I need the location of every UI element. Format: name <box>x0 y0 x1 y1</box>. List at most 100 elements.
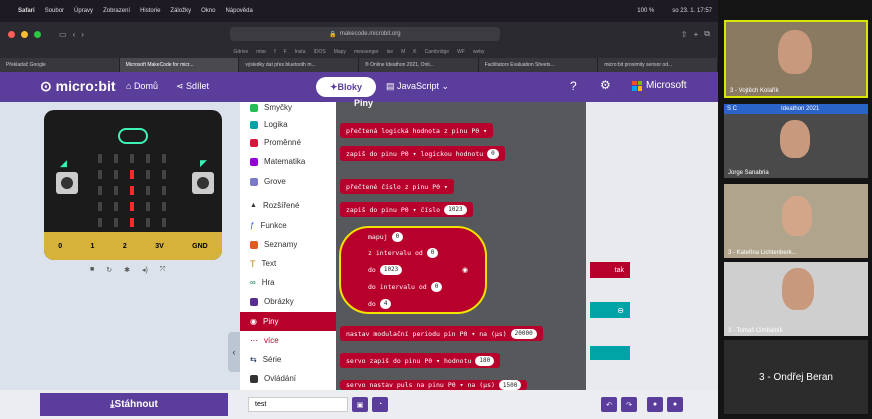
cat-game[interactable]: ∞ Hra <box>240 273 336 292</box>
pin-dropdown[interactable]: P0 ▾ <box>401 206 417 214</box>
stop-icon[interactable]: ■ <box>90 266 94 274</box>
bookmark-item[interactable]: M <box>401 49 405 55</box>
value-input[interactable]: 0 <box>487 148 499 159</box>
value-input[interactable]: 1500 <box>498 380 522 390</box>
undo-icon[interactable]: ↶ <box>601 397 617 412</box>
cat-advanced[interactable]: ▲ Rozšířené <box>240 196 336 215</box>
menu-app[interactable]: Safari <box>18 8 35 14</box>
minus-icon[interactable]: ⊖ <box>590 302 630 318</box>
cat-arrays[interactable]: Seznamy <box>240 235 336 254</box>
pin-dropdown[interactable]: P0 ▾ <box>460 330 476 338</box>
cat-serial[interactable]: ⇆ Série <box>240 350 336 369</box>
project-name-input[interactable]: test <box>248 397 348 412</box>
cat-images[interactable]: Obrázky <box>240 292 336 311</box>
minimize-window-icon[interactable] <box>21 30 28 38</box>
home-button[interactable]: ⌂ Domů <box>126 81 158 91</box>
pin-dropdown[interactable]: P0 ▾ <box>424 357 440 365</box>
share-browser-icon[interactable]: ⇧ <box>681 30 688 39</box>
cat-more[interactable]: ⋯ více <box>240 331 336 350</box>
download-button[interactable]: ⤓ Stáhnout <box>40 393 228 416</box>
bookmark-item[interactable]: K <box>413 49 416 55</box>
menu-file[interactable]: Soubor <box>45 8 64 14</box>
video-tile[interactable]: 3 - Tomáš Cimbálník <box>724 262 868 336</box>
bookmark-item[interactable]: WF <box>457 49 465 55</box>
pin-1[interactable]: 1 <box>91 243 95 250</box>
bookmark-item[interactable]: messenger <box>354 49 379 55</box>
slowmo-icon[interactable]: ✱ <box>124 266 130 274</box>
collapse-simulator-icon[interactable]: ‹ <box>228 332 240 372</box>
github-icon[interactable]: ◔ <box>372 397 388 412</box>
close-window-icon[interactable] <box>8 30 15 38</box>
mute-icon[interactable]: ◂) <box>142 266 148 274</box>
block-servo-write[interactable]: servo zapiš do pinu P0 ▾ hodnotu 180 <box>340 353 501 368</box>
pin-gnd[interactable]: GND <box>192 243 208 250</box>
zoom-in-icon[interactable]: ● <box>667 397 683 412</box>
blocks-tab[interactable]: ✦ Bloky <box>316 77 376 97</box>
pin-dropdown[interactable]: P0 ▾ <box>471 127 487 135</box>
save-icon[interactable]: ▣ <box>352 397 368 412</box>
video-tile-speaker[interactable]: 3 - Vojtěch Kolařík <box>724 20 868 98</box>
cat-math[interactable]: Matematika <box>240 152 336 171</box>
menu-window[interactable]: Okno <box>201 8 215 14</box>
menu-edit[interactable]: Úpravy <box>74 8 93 14</box>
value-input[interactable]: 20000 <box>510 328 537 339</box>
button-a[interactable] <box>56 172 78 194</box>
bookmark-item[interactable]: ise <box>387 49 393 55</box>
pin-3v[interactable]: 3V <box>155 243 164 250</box>
bookmark-item[interactable]: IDOS <box>313 49 325 55</box>
bookmark-item[interactable]: Insta <box>295 49 306 55</box>
bookmark-item[interactable]: mtar <box>256 49 266 55</box>
menu-history[interactable]: Historie <box>140 8 160 14</box>
restart-icon[interactable]: ↻ <box>106 266 112 274</box>
browser-tab[interactable]: výsledky dat přes bluetooth m... <box>239 58 360 72</box>
cat-functions[interactable]: ƒ Funkce <box>240 216 336 235</box>
value-input[interactable]: 1023 <box>444 204 467 215</box>
bookmark-item[interactable]: f <box>274 49 275 55</box>
browser-tab[interactable]: Facilitators Evaluation Sheets... <box>478 58 599 72</box>
gear-icon[interactable]: ⚙ <box>600 78 611 92</box>
menu-help[interactable]: Nápověda <box>225 8 252 14</box>
block-analog-period[interactable]: nastav modulační periodu pin P0 ▾ na (µs… <box>340 326 543 341</box>
pin-dropdown[interactable]: P0 ▾ <box>448 381 464 389</box>
forward-icon[interactable]: › <box>81 30 84 39</box>
workspace-block[interactable]: tak <box>590 262 630 278</box>
value-input[interactable]: 0 <box>430 281 443 292</box>
video-tile[interactable]: S C Ideathon 2021 Jorge Sanabria <box>724 104 868 178</box>
browser-tab[interactable]: ® Online Ideathon 2021, Onli... <box>359 58 479 72</box>
block-analog-write[interactable]: zapiš do pinu P0 ▾ číslo 1023 <box>340 202 473 217</box>
value-input[interactable]: 4 <box>379 298 392 309</box>
pin-2[interactable]: 2 <box>123 243 127 250</box>
address-bar[interactable]: 🔒 makecode.microbit.org <box>230 27 500 41</box>
sidebar-icon[interactable]: ▭ <box>59 30 67 39</box>
pin-dropdown[interactable]: P0 ▾ <box>401 150 417 158</box>
help-icon[interactable]: ? <box>570 79 577 93</box>
microbit-logo[interactable]: ⊙ micro:bit <box>40 78 116 95</box>
pin-dropdown[interactable]: P0 ▾ <box>432 183 448 191</box>
cat-pins[interactable]: ◉ Piny <box>240 312 336 331</box>
value-input[interactable]: 1023 <box>379 264 403 275</box>
menu-view[interactable]: Zobrazení <box>103 8 130 14</box>
video-tile[interactable]: 3 - Ondřej Beran <box>724 340 868 414</box>
pin-0[interactable]: 0 <box>58 243 62 250</box>
browser-tab[interactable]: Překladač Google <box>0 58 120 72</box>
browser-tab[interactable]: micro:bit proximity sensor od... <box>598 58 719 72</box>
back-icon[interactable]: ‹ <box>73 30 76 39</box>
block-digital-read[interactable]: přečtená logická hodnota z pinu P0 ▾ <box>340 123 493 138</box>
bookmark-item[interactable]: F <box>284 49 287 55</box>
redo-icon[interactable]: ↷ <box>621 397 637 412</box>
share-button[interactable]: ⋖ Sdílet <box>176 81 209 92</box>
cat-grove[interactable]: Grove <box>240 172 336 191</box>
bookmark-item[interactable]: Mapy <box>334 49 346 55</box>
fullscreen-icon[interactable]: ⤧ <box>160 266 166 274</box>
cat-text[interactable]: T Text <box>240 254 336 273</box>
new-tab-icon[interactable]: + <box>694 30 699 39</box>
javascript-tab[interactable]: ▤ JavaScript ⌄ <box>386 81 449 92</box>
bookmark-item[interactable]: Cambridge <box>425 49 449 55</box>
cat-variables[interactable]: Proměnné <box>240 133 336 152</box>
tab-overview-icon[interactable]: ⧉ <box>704 29 710 39</box>
zoom-out-icon[interactable]: ● <box>647 397 663 412</box>
value-input[interactable]: 0 <box>426 247 439 258</box>
workspace-block[interactable] <box>590 346 630 360</box>
bookmark-item[interactable]: Gdrive <box>233 49 248 55</box>
block-analog-read[interactable]: přečtené číslo z pinu P0 ▾ <box>340 179 454 194</box>
